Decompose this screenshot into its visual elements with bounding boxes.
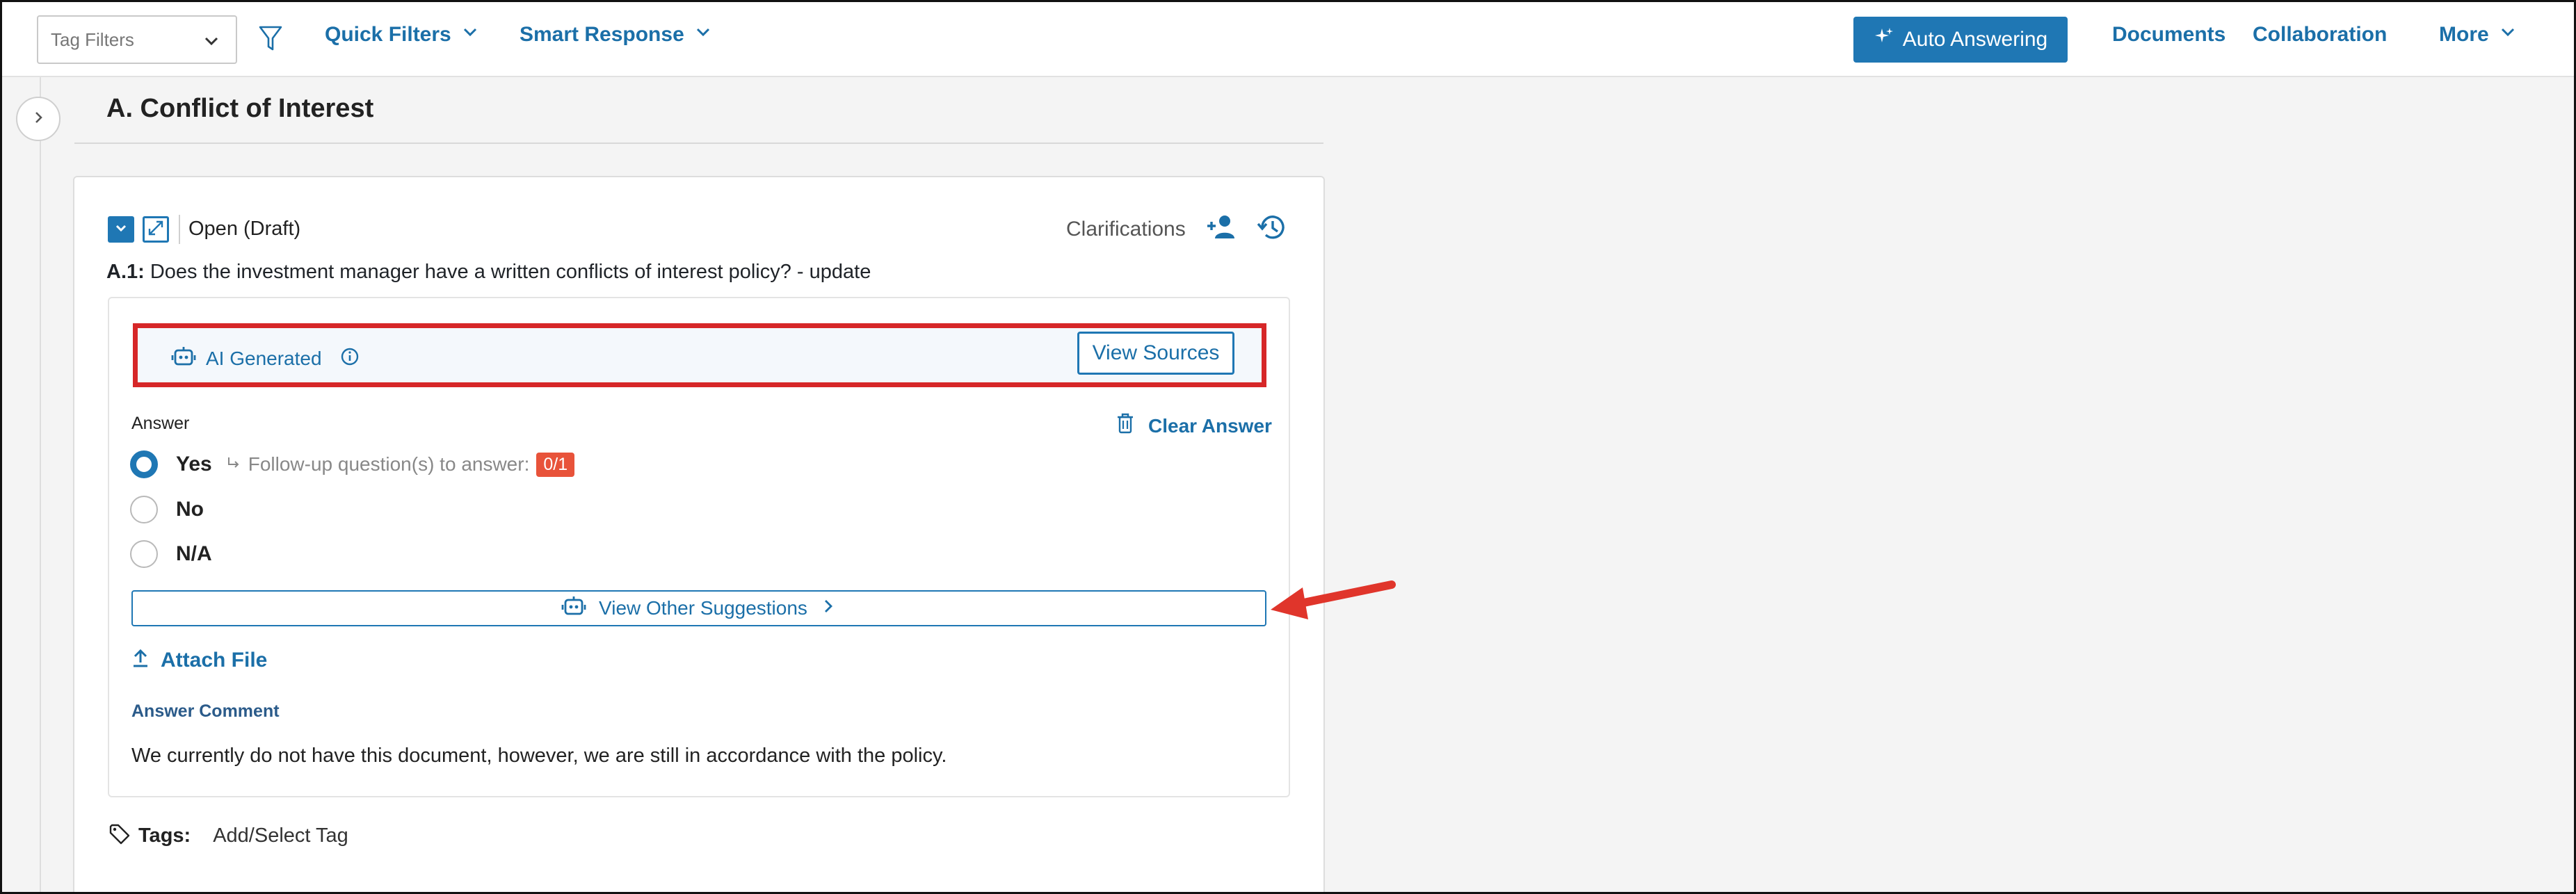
auto-answering-button[interactable]: Auto Answering [1853,17,2068,63]
answer-option-na[interactable]: N/A [130,540,212,568]
chevron-down-icon [694,23,712,47]
ai-generated-label: AI Generated [206,347,322,369]
quick-filters-menu[interactable]: Quick Filters [325,23,479,47]
sparkle-icon [1874,26,1894,53]
option-label-yes: Yes [176,453,212,476]
collaboration-link[interactable]: Collaboration [2253,23,2387,47]
view-other-suggestions-button[interactable]: View Other Suggestions [131,590,1266,626]
tag-filter-placeholder: Tag Filters [51,29,134,50]
tag-filter-select[interactable]: Tag Filters [37,15,237,64]
robot-icon [171,345,196,372]
chevron-down-icon [2499,23,2517,47]
followup-indicator: Follow-up question(s) to answer: 0/1 [226,452,575,477]
answer-option-no[interactable]: No [130,496,204,523]
answer-comment-label: Answer Comment [131,701,280,721]
expand-button[interactable] [143,216,169,243]
answer-comment-text[interactable]: We currently do not have this document, … [131,745,947,767]
radio-yes[interactable] [130,450,158,478]
chevron-down-icon [461,23,479,47]
section-divider [74,143,1323,144]
section-title: A. Conflict of Interest [106,94,374,123]
chevron-right-icon [820,597,837,619]
tags-label: Tags: [138,824,191,847]
question-body: Does the investment manager have a writt… [150,261,871,283]
upload-icon [131,647,150,674]
subdirectory-arrow-icon [226,453,241,476]
clear-answer-button[interactable]: Clear Answer [1115,412,1272,439]
view-sources-button[interactable]: View Sources [1077,332,1234,375]
status-divider [179,215,180,244]
robot-icon [561,594,586,623]
left-rail [2,77,41,892]
option-label-na: N/A [176,542,212,565]
tag-icon [108,822,131,850]
history-icon[interactable] [1257,212,1289,246]
clarifications-link[interactable]: Clarifications [1066,218,1186,241]
radio-na[interactable] [130,540,158,568]
followup-text: Follow-up question(s) to answer: [248,453,530,475]
trash-icon [1115,412,1136,439]
filter-icon[interactable] [258,24,283,57]
chevron-down-icon [202,32,220,55]
top-bar: Tag Filters Quick Filters Smart Response [2,2,2574,77]
collapse-button[interactable] [108,216,134,243]
status-label: Open (Draft) [188,218,301,240]
answer-option-yes[interactable]: Yes Follow-up question(s) to answer: 0/1 [130,450,575,478]
info-icon[interactable] [340,347,360,370]
radio-no[interactable] [130,496,158,523]
add-select-tag[interactable]: Add/Select Tag [213,824,348,847]
attach-file-button[interactable]: Attach File [131,647,267,674]
followup-count-badge: 0/1 [536,452,575,477]
option-label-no: No [176,498,204,521]
question-text: A.1: Does the investment manager have a … [106,261,871,284]
attach-file-label: Attach File [161,649,268,672]
expand-icon [147,219,165,241]
chevron-right-icon [30,109,47,129]
documents-link[interactable]: Documents [2112,23,2225,47]
add-user-icon[interactable] [1205,212,1239,246]
app-window: Tag Filters Quick Filters Smart Response [0,0,2576,894]
question-id: A.1: [106,261,145,283]
clear-answer-label: Clear Answer [1148,414,1272,437]
tags-row: Tags: Add/Select Tag [108,822,348,850]
documents-label: Documents [2112,23,2226,46]
view-other-suggestions-label: View Other Suggestions [599,597,807,619]
smart-response-label: Smart Response [520,23,684,46]
red-arrow-annotation [1271,580,1396,619]
ai-generated-info: AI Generated [171,345,360,372]
chevron-down-icon [113,220,129,240]
auto-answering-label: Auto Answering [1902,28,2048,51]
more-label: More [2439,23,2489,46]
quick-filters-label: Quick Filters [325,23,451,46]
answer-label: Answer [131,414,190,433]
smart-response-menu[interactable]: Smart Response [520,23,712,47]
more-menu[interactable]: More [2439,23,2517,47]
sidebar-expand-button[interactable] [16,97,61,141]
collaboration-label: Collaboration [2253,23,2388,46]
